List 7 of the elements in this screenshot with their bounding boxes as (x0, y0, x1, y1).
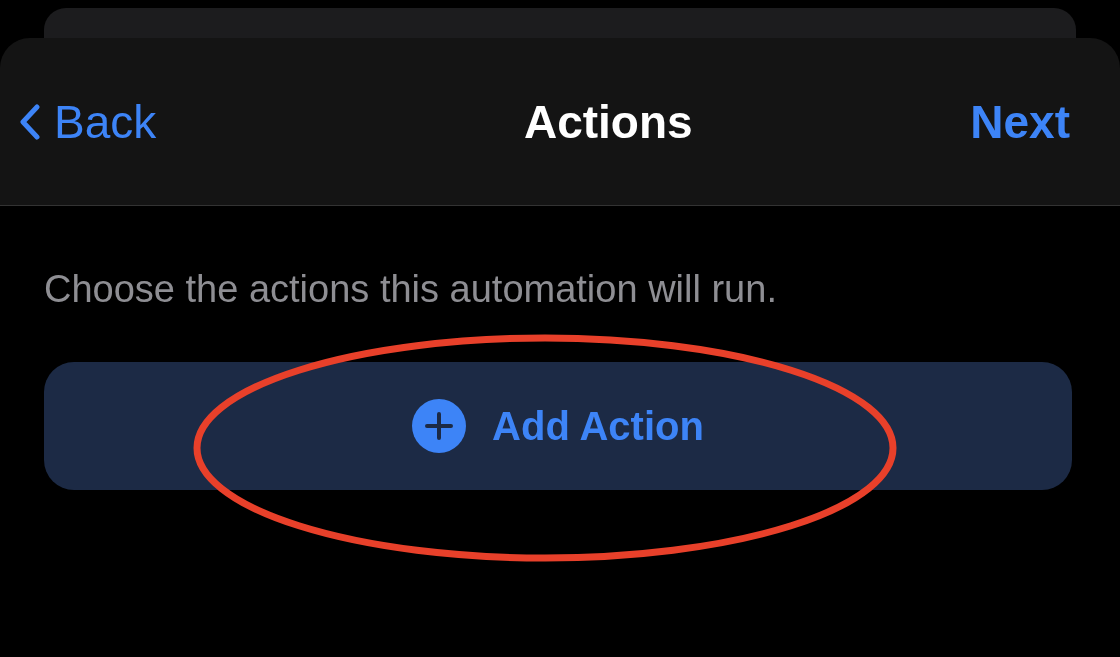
chevron-left-icon (20, 103, 40, 140)
add-action-button[interactable]: Add Action (44, 361, 1072, 490)
screen-title: Actions (523, 98, 693, 145)
description-text: Choose the actions this automation will run. (44, 267, 778, 312)
plus-circle-icon (412, 398, 467, 453)
next-button[interactable]: Next (970, 98, 1100, 145)
back-button[interactable]: Back (20, 98, 157, 145)
